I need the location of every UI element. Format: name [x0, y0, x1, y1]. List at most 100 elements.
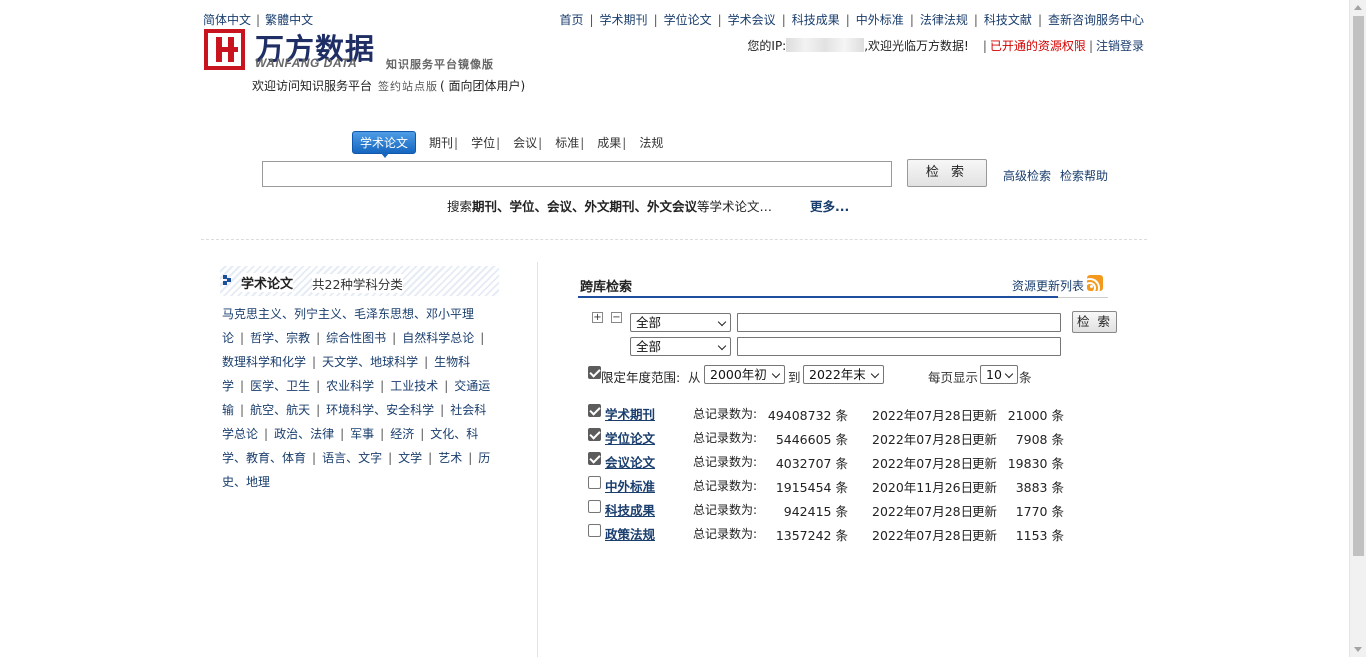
more-link[interactable]: 更多...: [810, 199, 849, 214]
scroll-up-icon[interactable]: [1354, 5, 1362, 10]
collapse-minus-icon[interactable]: −: [611, 312, 622, 323]
field-input-1[interactable]: [737, 313, 1061, 332]
database-link[interactable]: 政策法规: [605, 524, 655, 543]
separator: |: [340, 427, 345, 441]
database-link[interactable]: 科技成果: [605, 500, 655, 519]
subject-link[interactable]: 哲学、宗教: [250, 331, 310, 345]
search-input[interactable]: [262, 161, 892, 187]
database-checkbox[interactable]: [588, 476, 601, 489]
subject-link[interactable]: 自然科学总论: [402, 331, 474, 345]
tab-standards[interactable]: 标准|: [555, 134, 584, 151]
updated-count: 1153 条: [1015, 528, 1064, 543]
field-input-2[interactable]: [737, 337, 1061, 356]
advanced-search-link[interactable]: 高级检索: [1003, 169, 1051, 183]
update-date: 2022年07月28日: [872, 528, 974, 543]
nav-achievements[interactable]: 科技成果: [792, 13, 840, 27]
subject-link[interactable]: 数理科学和化学: [222, 355, 306, 369]
year-from-select[interactable]: 2000年初: [704, 365, 785, 384]
year-to-select[interactable]: 2022年末: [803, 365, 884, 384]
subject-link[interactable]: 艺术: [438, 451, 462, 465]
per-page-select[interactable]: 10: [980, 365, 1018, 384]
subject-link[interactable]: 医学、卫生: [250, 379, 310, 393]
welcome-prefix: 欢迎访问知识服务平台: [252, 79, 373, 93]
nav-conferences[interactable]: 学术会议: [728, 13, 776, 27]
tab-degrees[interactable]: 学位|: [471, 134, 500, 151]
separator: |: [440, 403, 445, 417]
update-list-link[interactable]: 资源更新列表: [1012, 277, 1084, 294]
cross-search-title: 跨库检索: [580, 280, 633, 295]
tab-laws[interactable]: 法规: [639, 134, 663, 151]
vertical-scrollbar[interactable]: [1349, 0, 1366, 657]
database-checkbox[interactable]: [588, 500, 601, 513]
expand-plus-icon[interactable]: +: [592, 312, 603, 323]
year-limit-checkbox[interactable]: [588, 366, 601, 379]
field-select-2[interactable]: 全部: [630, 337, 731, 356]
nav-journals[interactable]: 学术期刊: [600, 13, 648, 27]
tab-achievements[interactable]: 成果|: [597, 134, 626, 151]
subject-link[interactable]: 军事: [350, 427, 374, 441]
subject-link[interactable]: 语言、文字: [322, 451, 382, 465]
separator: |: [480, 331, 485, 345]
resource-rights-link[interactable]: 已开通的资源权限: [990, 39, 1086, 53]
subject-link[interactable]: 天文学、地球科学: [322, 355, 418, 369]
total-count: 1357242 条: [775, 528, 848, 543]
subject-link[interactable]: 文学: [398, 451, 422, 465]
subject-link[interactable]: 政治、法律: [274, 427, 334, 441]
title-underline-ext: [1058, 297, 1108, 298]
database-link[interactable]: 会议论文: [605, 452, 655, 471]
database-row: 会议论文 总记录数为: 4032707 条 2022年07月28日 更新 19830 条: [588, 451, 1088, 471]
chevron-down-icon: [870, 369, 880, 379]
search-help-link[interactable]: 检索帮助: [1060, 169, 1108, 183]
divider: [201, 239, 1147, 240]
database-row: 学术期刊 总记录数为: 49408732 条 2022年07月28日 更新 21000 条: [588, 403, 1088, 423]
database-link[interactable]: 学术期刊: [605, 404, 655, 423]
total-count: 1915454 条: [775, 480, 848, 495]
logout-link[interactable]: 注销登录: [1096, 39, 1144, 53]
update-label: 更新: [972, 456, 998, 471]
updated-count: 7908 条: [1015, 432, 1064, 447]
total-count: 942415 条: [783, 504, 848, 519]
nav-standards[interactable]: 中外标准: [856, 13, 904, 27]
nav-home[interactable]: 首页: [559, 13, 583, 27]
rss-icon[interactable]: [1087, 275, 1103, 291]
total-count: 49408732 条: [767, 408, 848, 423]
separator: |: [316, 403, 321, 417]
subject-link[interactable]: 工业技术: [390, 379, 438, 393]
nav-novelty-search[interactable]: 查新咨询服务中心: [1048, 13, 1144, 27]
nav-laws[interactable]: 法律法规: [920, 13, 968, 27]
field-select-1[interactable]: 全部: [630, 313, 731, 332]
nav-theses[interactable]: 学位论文: [664, 13, 712, 27]
lang-traditional-link[interactable]: 繁體中文: [265, 13, 313, 27]
database-checkbox[interactable]: [588, 524, 601, 537]
nav-sci-literature[interactable]: 科技文献: [984, 13, 1032, 27]
lang-simplified-link[interactable]: 简体中文: [203, 13, 251, 27]
subject-link[interactable]: 综合性图书: [326, 331, 386, 345]
welcome-suffix: ( 面向团体用户): [440, 79, 526, 93]
search-button[interactable]: 检 索: [907, 159, 987, 187]
updated-count: 19830 条: [1007, 456, 1064, 471]
scroll-down-icon[interactable]: [1354, 647, 1362, 652]
year-limit-label: 限定年度范围:: [601, 370, 681, 385]
total-label: 总记录数为:: [693, 527, 758, 541]
database-checkbox[interactable]: [588, 452, 601, 465]
database-checkbox[interactable]: [588, 404, 601, 417]
database-checkbox[interactable]: [588, 428, 601, 441]
subject-link[interactable]: 航空、航天: [250, 403, 310, 417]
tab-journals[interactable]: 期刊|: [429, 134, 458, 151]
subject-link[interactable]: 农业科学: [326, 379, 374, 393]
database-link[interactable]: 学位论文: [605, 428, 655, 447]
database-link[interactable]: 中外标准: [605, 476, 655, 495]
ip-suffix: ,欢迎光临万方数据!: [864, 39, 969, 53]
total-label: 总记录数为:: [693, 431, 758, 445]
cross-search-button[interactable]: 检 索: [1072, 311, 1117, 333]
tab-academic-papers[interactable]: 学术论文: [352, 131, 417, 158]
subject-link[interactable]: 经济: [390, 427, 414, 441]
tab-conferences[interactable]: 会议|: [513, 134, 542, 151]
update-label: 更新: [972, 480, 998, 495]
subject-link[interactable]: 环境科学、安全科学: [326, 403, 434, 417]
subject-list: 马克思主义、列宁主义、毛泽东思想、邓小平理论 | 哲学、宗教 | 综合性图书 | 自然科学总…: [222, 302, 494, 494]
bullet-icon: [223, 275, 231, 285]
title-underline: [578, 296, 1058, 298]
total-label: 总记录数为:: [693, 407, 758, 421]
scroll-thumb[interactable]: [1353, 16, 1364, 556]
